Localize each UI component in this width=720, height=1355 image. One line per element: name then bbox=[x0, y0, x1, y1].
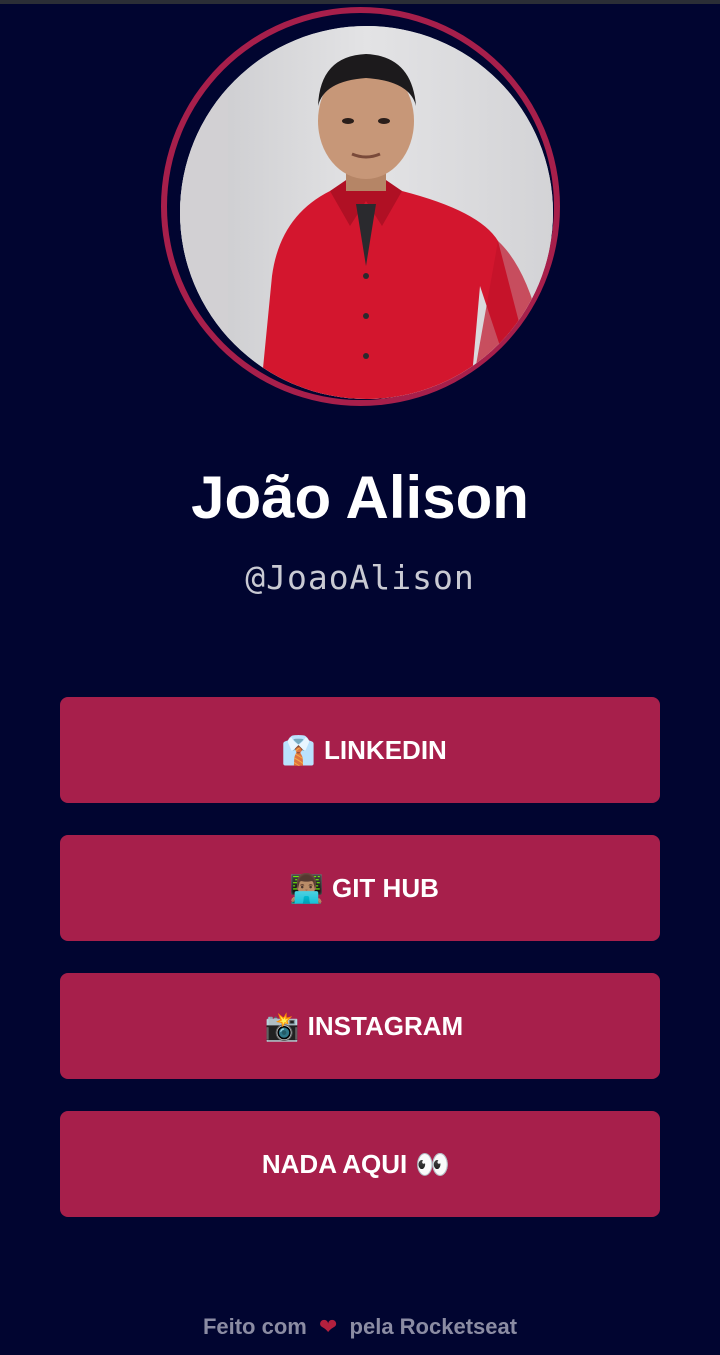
linkedin-button[interactable]: 👔 LINKEDIN bbox=[60, 697, 660, 803]
link-label: GIT HUB bbox=[331, 872, 439, 903]
avatar bbox=[180, 26, 553, 399]
link-label: NADA AQUI bbox=[261, 1148, 408, 1179]
necktie-shirt-icon: 👔 bbox=[281, 734, 317, 766]
github-button[interactable]: 👨🏽‍💻 GIT HUB bbox=[60, 835, 660, 941]
camera-flash-icon: 📸 bbox=[264, 1010, 300, 1042]
profile-page: João Alison @JoaoAlison 👔 LINKEDIN 👨🏽‍💻 … bbox=[0, 0, 720, 1355]
nada-aqui-button[interactable]: NADA AQUI 👀 bbox=[60, 1111, 660, 1217]
eyes-icon: 👀 bbox=[415, 1148, 451, 1180]
profile-name: João Alison bbox=[191, 464, 529, 531]
footer: Feito com ❤ pela Rocketseat bbox=[0, 1310, 720, 1344]
links-list: 👔 LINKEDIN 👨🏽‍💻 GIT HUB 📸 INSTAGRAM NADA… bbox=[60, 697, 660, 1249]
profile-handle: @JoaoAlison bbox=[245, 558, 475, 597]
link-label: LINKEDIN bbox=[324, 734, 447, 765]
instagram-button[interactable]: 📸 INSTAGRAM bbox=[60, 973, 660, 1079]
technologist-icon: 👨🏽‍💻 bbox=[289, 872, 324, 904]
avatar-photo bbox=[180, 26, 553, 399]
footer-prefix: Feito com bbox=[202, 1314, 307, 1339]
heart-icon: ❤ bbox=[318, 1314, 338, 1339]
avatar-ring bbox=[161, 7, 560, 406]
link-label: INSTAGRAM bbox=[307, 1010, 464, 1041]
status-bar bbox=[0, 0, 720, 4]
footer-suffix: pela Rocketseat bbox=[349, 1314, 518, 1339]
